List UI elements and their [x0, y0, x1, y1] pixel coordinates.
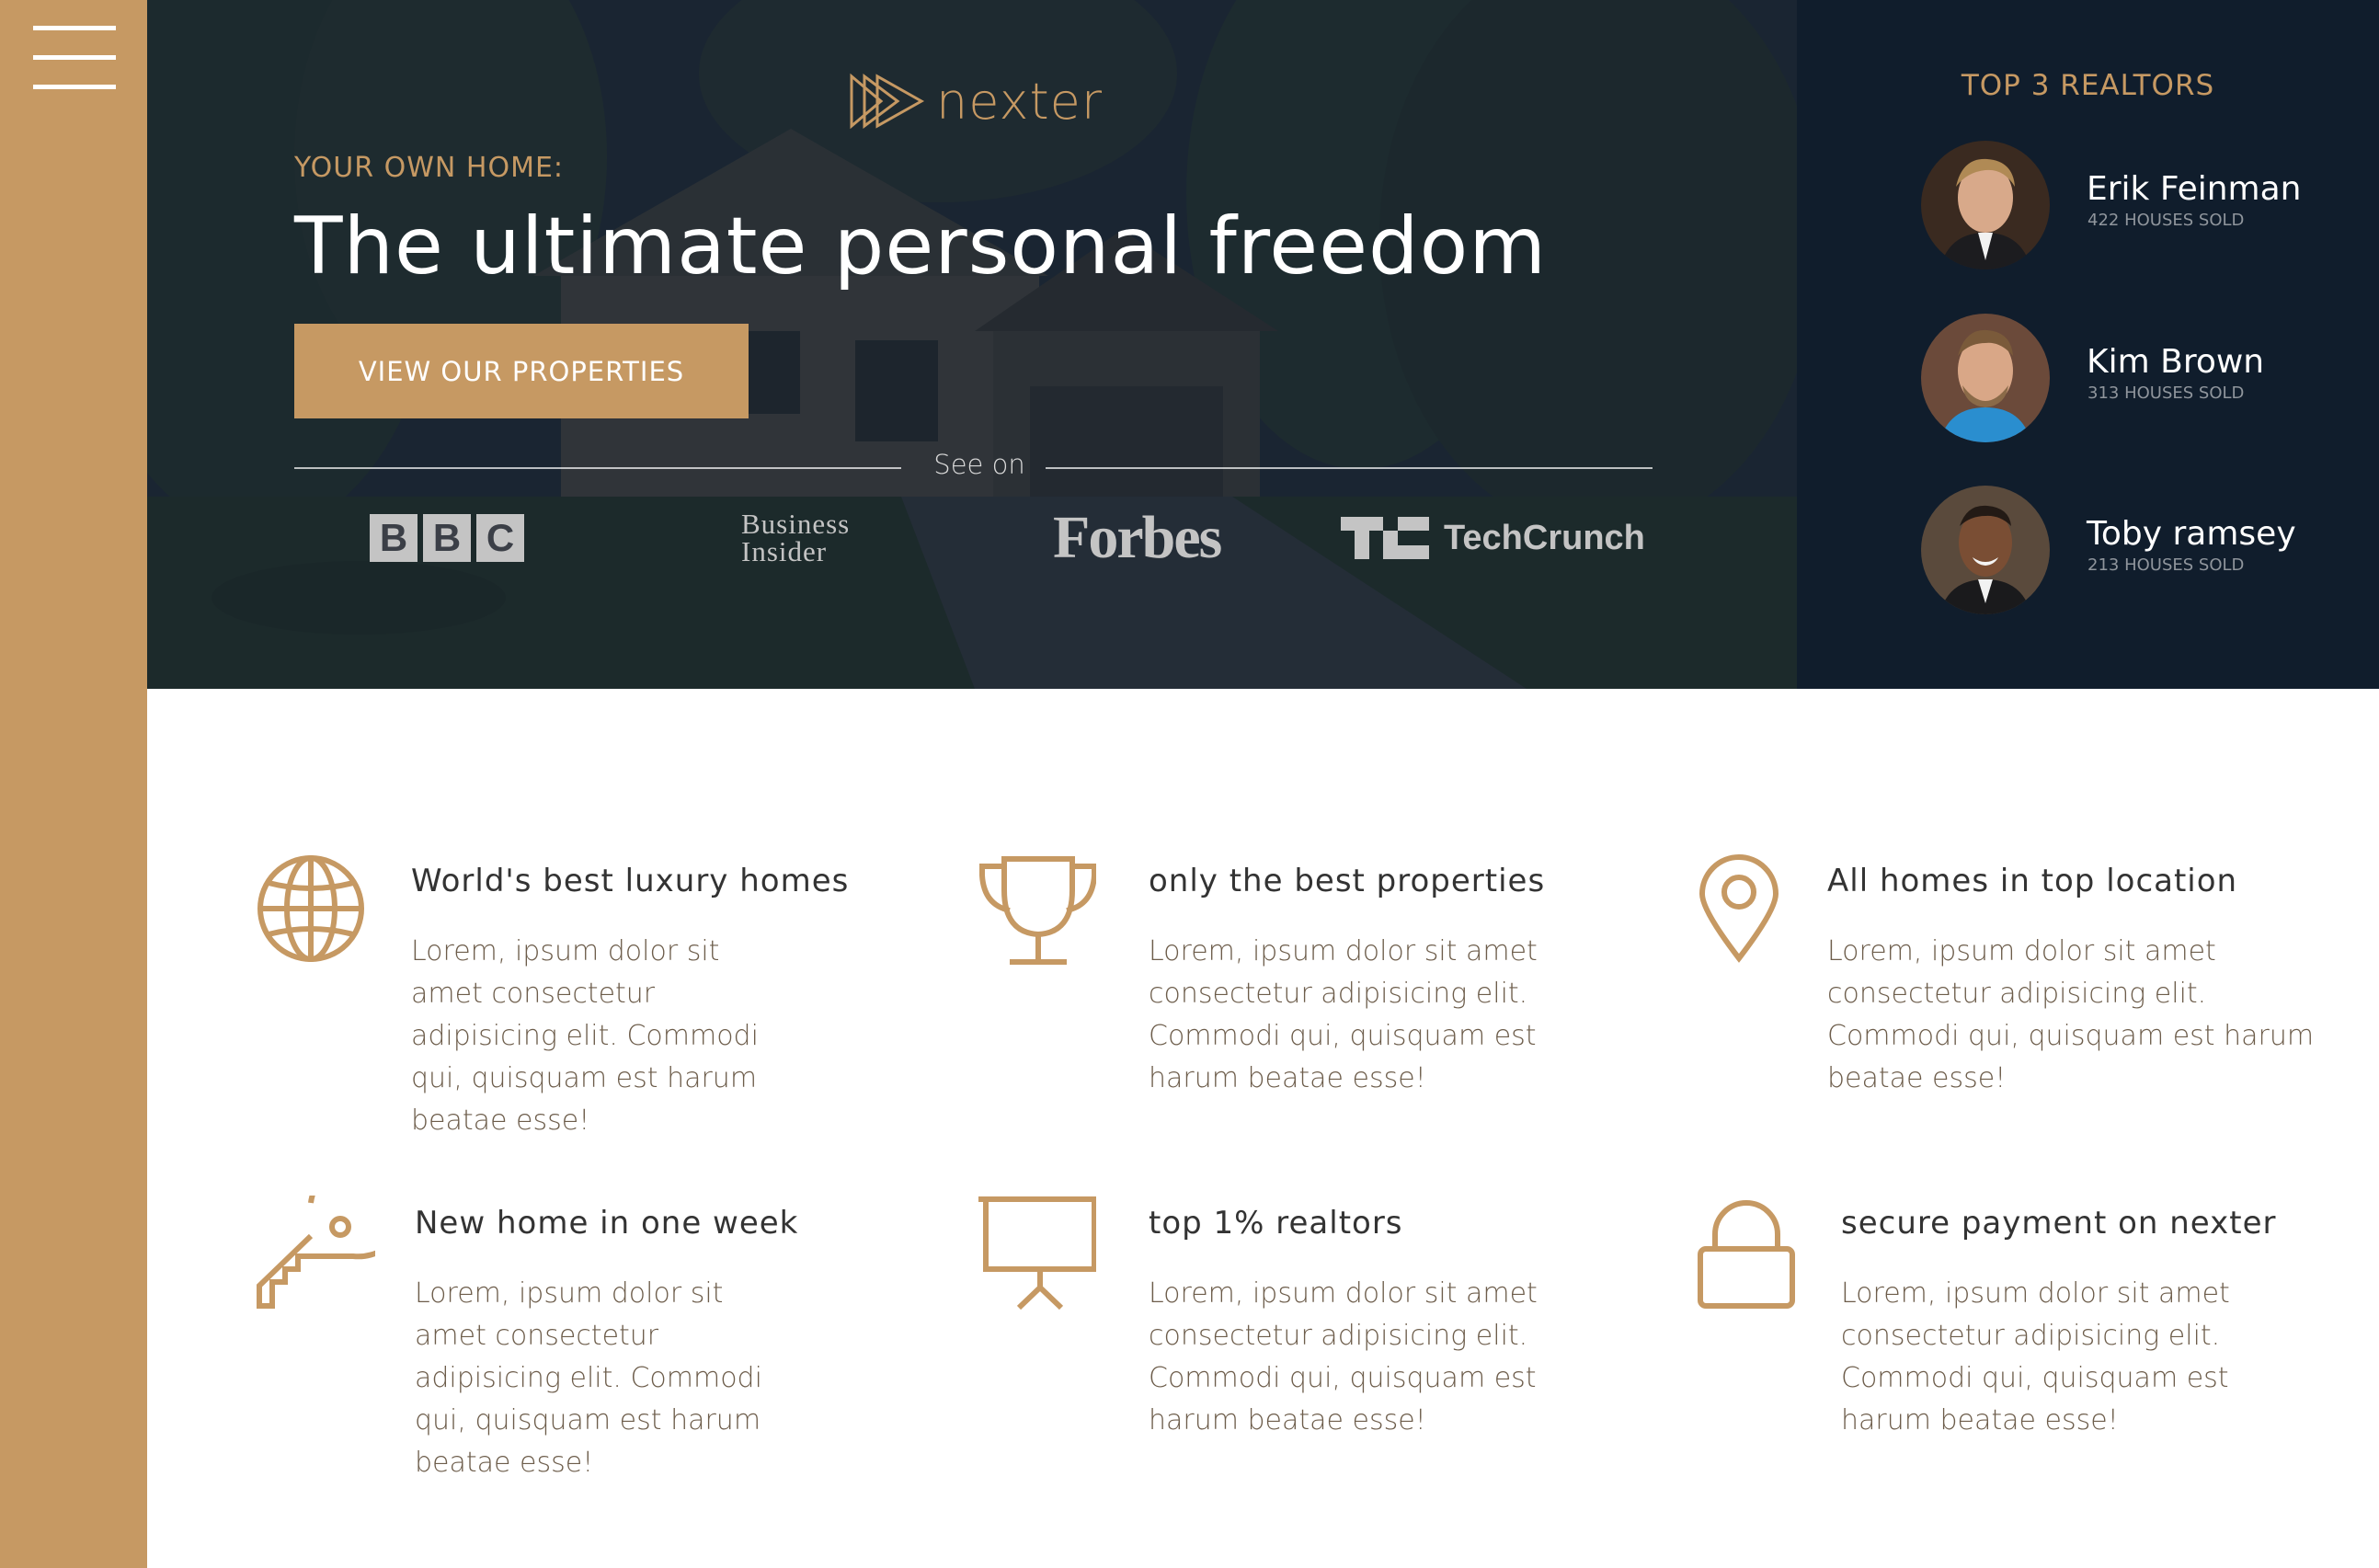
realtor-avatar [1921, 141, 2050, 269]
map-pin-icon [1698, 854, 1779, 963]
business-insider-logo: Business Insider [741, 508, 851, 567]
feature-text: Lorem, ipsum dolor sit amet consectetur … [415, 1277, 762, 1479]
globe-icon [257, 855, 364, 962]
realtor-houses-sold: 213 HOUSES SOLD [2087, 555, 2245, 575]
hero-section: nexter YOUR OWN HOME: The ultimate perso… [147, 0, 1797, 689]
feature-item: All homes in top location Lorem, ipsum d… [1697, 853, 2340, 1129]
feature-text: Lorem, ipsum dolor sit amet consectetur … [1841, 1277, 2230, 1436]
sidebar [0, 0, 147, 1568]
bbc-logo: B B C [370, 506, 530, 570]
realtor-name: Kim Brown [2087, 343, 2265, 381]
realtor-card[interactable]: Kim Brown 313 HOUSES SOLD [1921, 314, 2353, 442]
presentation-icon [978, 1196, 1096, 1310]
feature-item: New home in one week Lorem, ipsum dolor … [256, 1196, 797, 1479]
feature-title: New home in one week [415, 1205, 799, 1242]
feature-item: top 1% realtors Lorem, ipsum dolor sit a… [977, 1196, 1538, 1471]
feature-item: secure payment on nexter Lorem, ipsum do… [1697, 1196, 2340, 1471]
key-icon [257, 1196, 375, 1309]
trophy-icon [979, 856, 1096, 965]
feature-title: World's best luxury homes [411, 863, 850, 899]
hamburger-menu-icon[interactable] [33, 26, 116, 92]
hero-title: The ultimate personal freedom [294, 200, 1547, 292]
forbes-logo: Forbes [1053, 504, 1222, 571]
top-realtors-panel: TOP 3 REALTORS Erik Feinman 422 HOUSES S… [1797, 0, 2379, 689]
realtor-avatar [1921, 314, 2050, 442]
realtor-houses-sold: 422 HOUSES SOLD [2087, 211, 2245, 230]
realtor-avatar [1921, 486, 2050, 614]
feature-title: secure payment on nexter [1841, 1205, 2277, 1242]
realtor-name: Toby ramsey [2087, 515, 2296, 553]
hero-subtitle: YOUR OWN HOME: [294, 152, 565, 184]
realtor-card[interactable]: Toby ramsey 213 HOUSES SOLD [1921, 486, 2353, 614]
feature-text: Lorem, ipsum dolor sit amet consectetur … [1149, 1277, 1538, 1436]
logo-play-icon [850, 73, 925, 130]
feature-title: only the best properties [1149, 863, 1546, 899]
view-properties-button[interactable]: VIEW OUR PROPERTIES [294, 324, 749, 418]
lock-icon [1698, 1200, 1795, 1309]
feature-item: only the best properties Lorem, ipsum do… [977, 853, 1544, 1129]
techcrunch-logo: TechCrunch [1341, 506, 1645, 570]
feature-title: All homes in top location [1827, 863, 2238, 899]
logo-text: nexter [936, 72, 1104, 131]
feature-text: Lorem, ipsum dolor sit amet consectetur … [411, 935, 759, 1137]
feature-text: Lorem, ipsum dolor sit amet consectetur … [1149, 935, 1538, 1094]
see-on-label: See on [933, 449, 1025, 480]
realtor-name: Erik Feinman [2087, 170, 2302, 208]
feature-item: World's best luxury homes Lorem, ipsum d… [256, 853, 848, 1137]
nexter-logo[interactable]: nexter [844, 64, 1111, 138]
see-on-divider: See on [294, 449, 1653, 486]
realtors-title: TOP 3 REALTORS [1961, 69, 2215, 102]
feature-title: top 1% realtors [1149, 1205, 1403, 1242]
techcrunch-mark-icon [1341, 517, 1429, 559]
realtor-houses-sold: 313 HOUSES SOLD [2087, 383, 2245, 403]
feature-text: Lorem, ipsum dolor sit amet consectetur … [1827, 935, 2315, 1094]
realtor-card[interactable]: Erik Feinman 422 HOUSES SOLD [1921, 141, 2353, 269]
